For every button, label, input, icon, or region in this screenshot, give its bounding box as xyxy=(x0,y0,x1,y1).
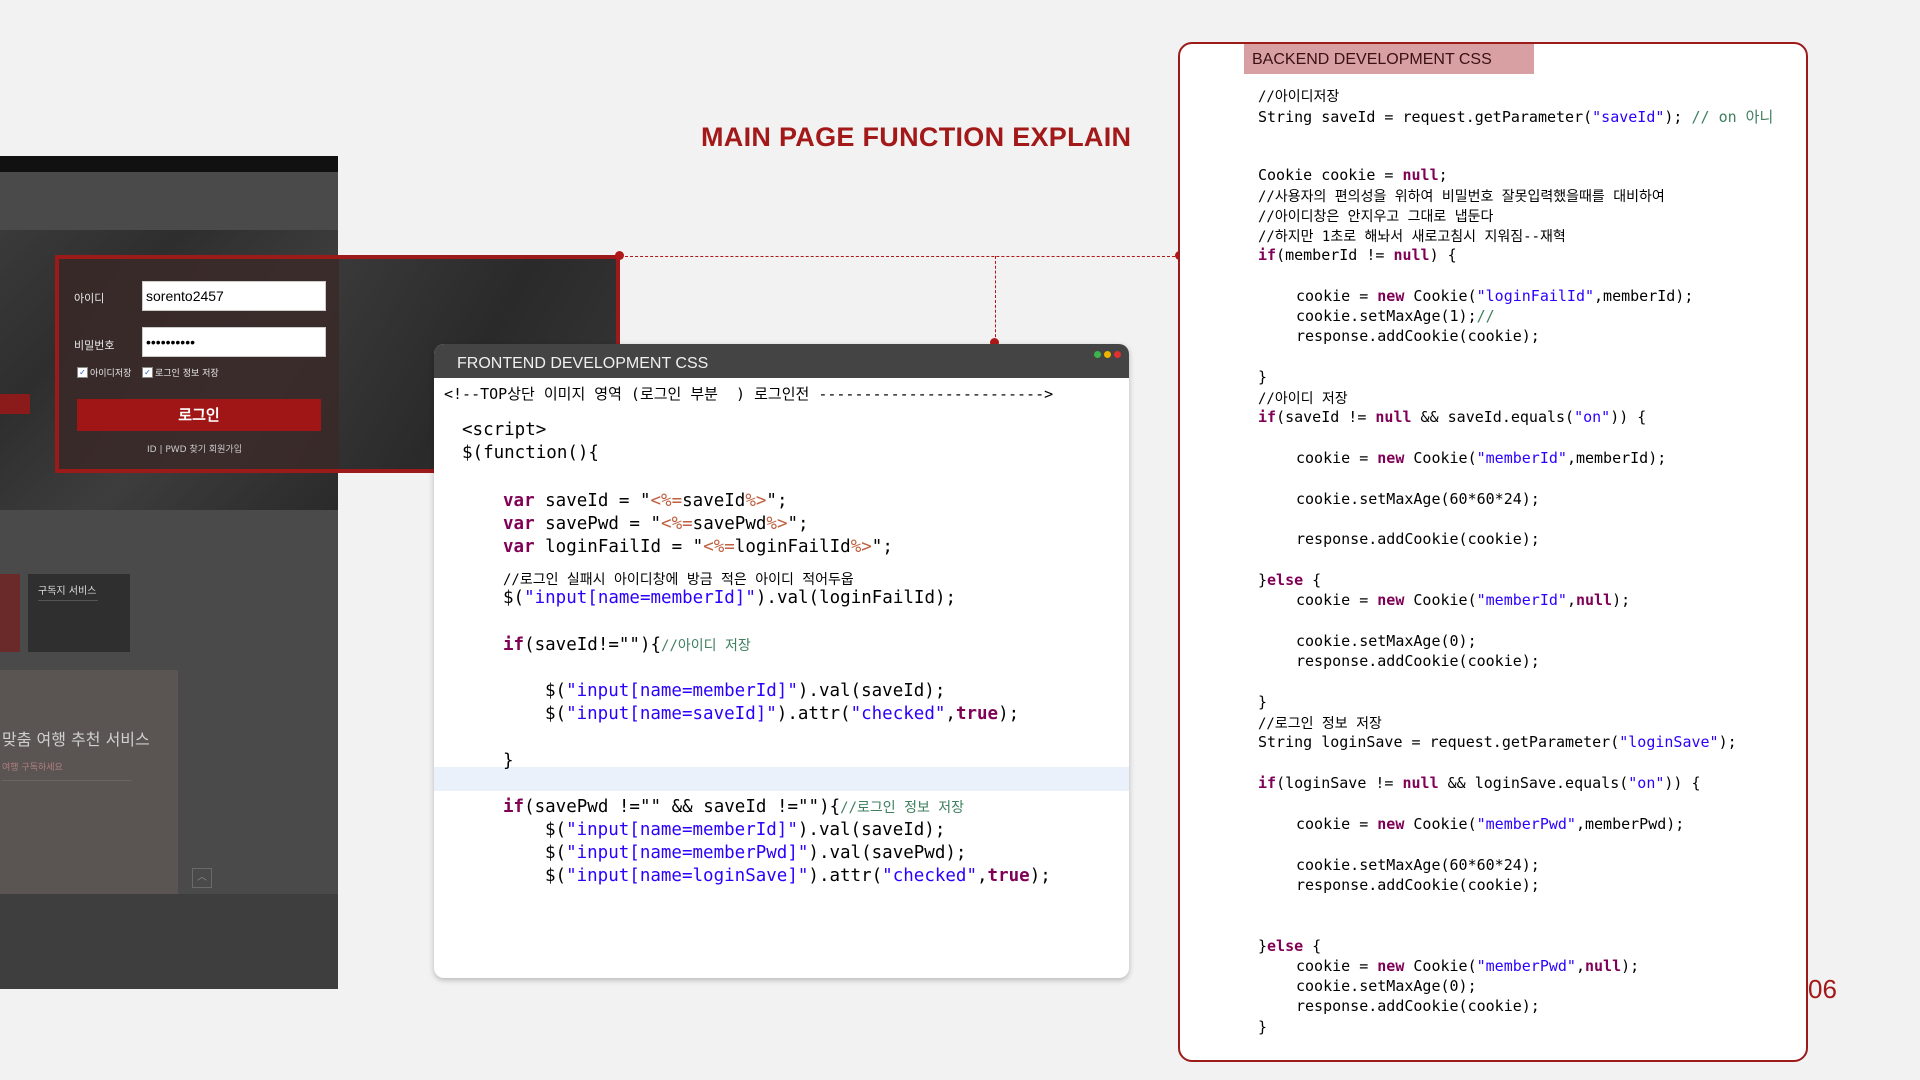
code-line: $("input[name=memberPwd]").val(savePwd); xyxy=(545,843,967,863)
code-line: if(loginSave != null && loginSave.equals… xyxy=(1258,774,1701,792)
login-form: 아이디 sorento2457 비밀번호 •••••••••• ✓ 아이디저장 … xyxy=(59,259,339,469)
code-line: cookie.setMaxAge(0); xyxy=(1296,632,1477,650)
checkmark-icon: ✓ xyxy=(142,367,153,378)
site-footer xyxy=(0,894,338,989)
save-login-checkbox[interactable]: ✓ 로그인 정보 저장 xyxy=(142,366,219,379)
save-id-label: 아이디저장 xyxy=(90,369,132,379)
service-card-title: 구독지 서비스 xyxy=(38,586,97,597)
code-line: if(savePwd !="" && saveId !=""){//로그인 정보… xyxy=(503,797,965,817)
code-line: $("input[name=memberId]").val(saveId); xyxy=(545,820,946,840)
code-line: response.addCookie(cookie); xyxy=(1296,997,1540,1015)
id-label: 아이디 xyxy=(74,292,105,305)
code-line: response.addCookie(cookie); xyxy=(1296,530,1540,548)
password-label: 비밀번호 xyxy=(74,339,115,352)
code-line: //로그인 정보 저장 xyxy=(1258,716,1382,732)
backend-title-tab: BACKEND DEVELOPMENT CSS xyxy=(1244,44,1534,74)
save-login-label: 로그인 정보 저장 xyxy=(155,369,219,379)
code-line: $("input[name=memberId]").val(loginFailI… xyxy=(503,588,957,608)
code-line: if(saveId!=""){//아이디 저장 xyxy=(503,635,751,655)
site-topbar xyxy=(0,156,338,172)
code-line: if(memberId != null) { xyxy=(1258,246,1457,264)
code-line: //아이디저장 xyxy=(1258,89,1340,105)
connector-line xyxy=(995,256,996,342)
code-line: cookie = new Cookie("memberId",null); xyxy=(1296,591,1631,609)
code-line: cookie.setMaxAge(60*60*24); xyxy=(1296,490,1540,508)
code-line: cookie = new Cookie("memberPwd",null); xyxy=(1296,957,1640,975)
code-line: } xyxy=(1258,693,1268,711)
code-line: <script> xyxy=(462,420,547,440)
code-line: } xyxy=(1258,368,1268,386)
code-line: cookie.setMaxAge(0); xyxy=(1296,977,1477,995)
find-id-pwd-signup-links[interactable]: ID | PWD 찾기 회원가입 xyxy=(147,442,242,455)
code-line: $("input[name=memberId]").val(saveId); xyxy=(545,681,946,701)
id-input[interactable]: sorento2457 xyxy=(142,281,326,311)
code-line: //아이디창은 안지우고 그대로 냅둔다 xyxy=(1258,209,1494,225)
code-line: cookie = new Cookie("loginFailId",member… xyxy=(1296,287,1694,305)
code-line: var saveId = "<%=saveId%>"; xyxy=(503,491,788,511)
code-line: }else { xyxy=(1258,937,1322,955)
backend-title: BACKEND DEVELOPMENT CSS xyxy=(1252,51,1492,68)
minimize-dot-icon[interactable] xyxy=(1104,351,1111,358)
code-line: } xyxy=(1258,1018,1268,1036)
connector-line xyxy=(620,256,1175,257)
slide-title: MAIN PAGE FUNCTION EXPLAIN xyxy=(701,122,1132,152)
code-line: <!--TOP상단 이미지 영역 (로그인 부분 ) 로그인전 --------… xyxy=(444,385,1054,403)
recommend-panel-title: 맞춤 여행 추천 서비스 xyxy=(2,730,150,749)
code-line: var loginFailId = "<%=loginFailId%>"; xyxy=(503,537,893,557)
close-dot-icon[interactable] xyxy=(1114,351,1121,358)
site-hero-accent xyxy=(0,394,30,414)
code-line: cookie = new Cookie("memberId",memberId)… xyxy=(1296,449,1667,467)
site-service-card-red[interactable] xyxy=(0,574,20,652)
site-recommend-panel: 맞춤 여행 추천 서비스 여행 구독하세요 xyxy=(0,670,178,894)
checkmark-icon: ✓ xyxy=(77,367,88,378)
site-service-card[interactable]: 구독지 서비스 xyxy=(28,574,130,652)
code-line: //로그인 실패시 아이디창에 방금 적은 아이디 적어두웁 xyxy=(503,572,854,588)
service-card-text xyxy=(38,600,98,631)
maximize-dot-icon[interactable] xyxy=(1094,351,1101,358)
code-line: }else { xyxy=(1258,571,1322,589)
code-line: $(function(){ xyxy=(462,443,599,463)
code-line: cookie.setMaxAge(60*60*24); xyxy=(1296,856,1540,874)
login-button[interactable]: 로그인 xyxy=(77,399,321,431)
code-line: //사용자의 편의성을 위하여 비밀번호 잘못입력했을때를 대비하여 xyxy=(1258,189,1665,205)
code-line: cookie = new Cookie("memberPwd",memberPw… xyxy=(1296,815,1685,833)
code-line: } xyxy=(503,751,514,771)
password-input[interactable]: •••••••••• xyxy=(142,327,326,357)
code-line: Cookie cookie = null; xyxy=(1258,166,1448,184)
code-line: if(saveId != null && saveId.equals("on")… xyxy=(1258,408,1647,426)
backend-code-window: BACKEND DEVELOPMENT CSS //아이디저장 String s… xyxy=(1178,42,1808,1062)
code-line: $("input[name=saveId]").attr("checked",t… xyxy=(545,704,1020,724)
code-line: var savePwd = "<%=savePwd%>"; xyxy=(503,514,809,534)
recommend-panel-text xyxy=(2,780,132,841)
current-line-highlight xyxy=(434,767,1129,791)
code-line: response.addCookie(cookie); xyxy=(1296,652,1540,670)
code-line: //아이디 저장 xyxy=(1258,391,1348,407)
window-controls xyxy=(1094,351,1121,358)
code-line: String saveId = request.getParameter("sa… xyxy=(1258,108,1774,126)
page-number: 06 xyxy=(1808,974,1837,1004)
code-line: response.addCookie(cookie); xyxy=(1296,327,1540,345)
code-line: $("input[name=loginSave]").attr("checked… xyxy=(545,866,1051,886)
save-id-checkbox[interactable]: ✓ 아이디저장 xyxy=(77,366,131,379)
code-line: //하지만 1초로 해놔서 새로고침시 지워짐--재혁 xyxy=(1258,229,1566,245)
recommend-panel-subtitle: 여행 구독하세요 xyxy=(2,763,63,773)
frontend-code-window: FRONTEND DEVELOPMENT CSS <!--TOP상단 이미지 영… xyxy=(434,344,1129,978)
code-line: cookie.setMaxAge(1);// xyxy=(1296,307,1495,325)
code-line: String loginSave = request.getParameter(… xyxy=(1258,733,1737,751)
scroll-top-icon[interactable]: ︿ xyxy=(192,868,212,888)
code-line: response.addCookie(cookie); xyxy=(1296,876,1540,894)
frontend-titlebar: FRONTEND DEVELOPMENT CSS xyxy=(434,344,1129,378)
frontend-title: FRONTEND DEVELOPMENT CSS xyxy=(457,355,709,372)
